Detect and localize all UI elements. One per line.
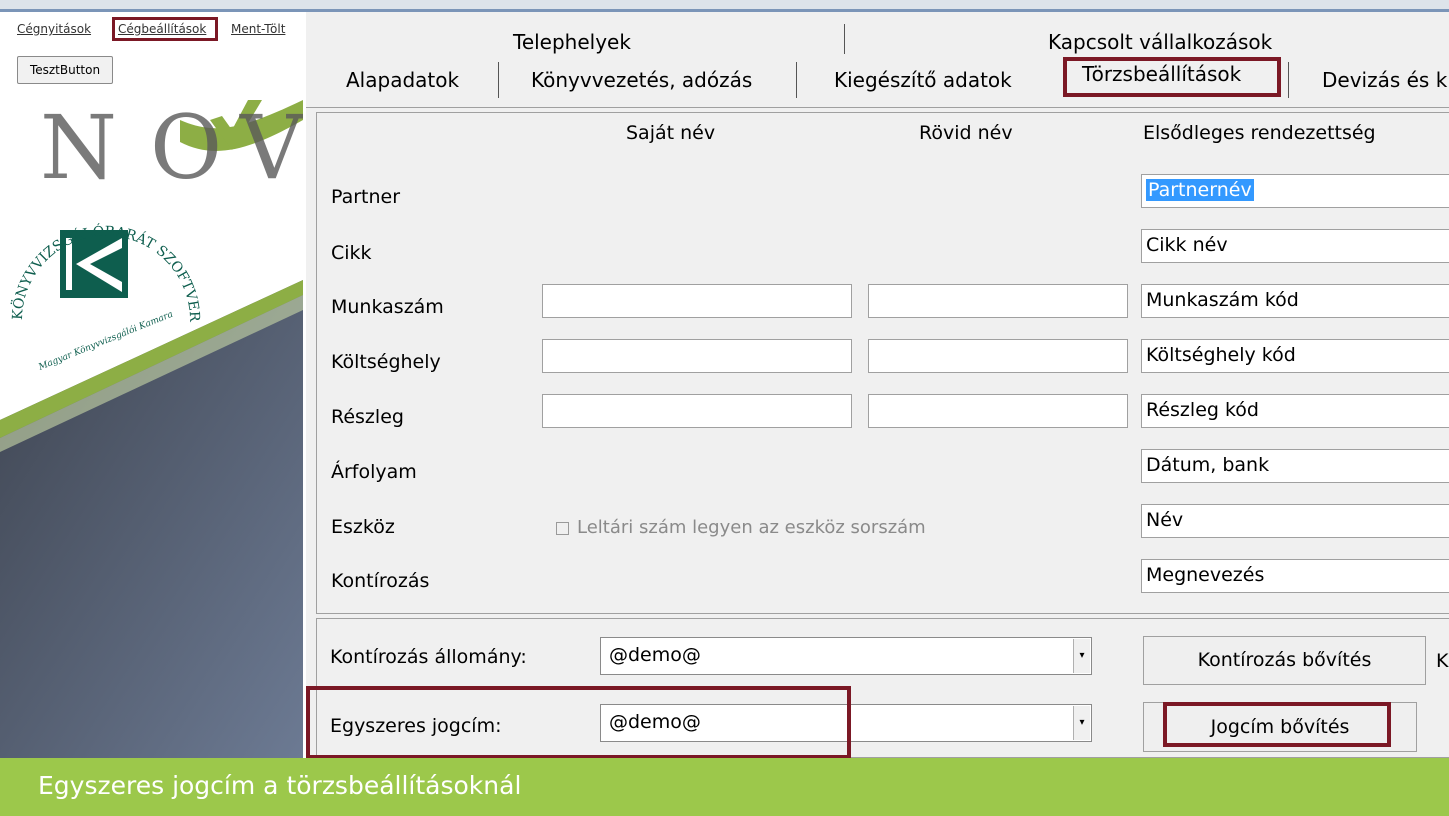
svg-text:O: O: [150, 96, 222, 199]
row-label-koltseghely: Költséghely: [331, 351, 441, 373]
tab-kapcsolt-vallalkozasok[interactable]: Kapcsolt vállalkozások: [1048, 30, 1272, 54]
left-panel: Cégnyitások Cégbeállítások Ment-Tölt Tes…: [0, 12, 303, 758]
caption-text: Egyszeres jogcím a törzsbeállításoknál: [38, 771, 522, 800]
arfolyam-order-field[interactable]: Dátum, bank: [1141, 449, 1449, 483]
eszkoz-order-field[interactable]: Név: [1141, 504, 1449, 538]
window-top-strip: [0, 0, 1449, 12]
munkaszam-sajat-nev-input[interactable]: [542, 284, 852, 318]
munkaszam-rovid-nev-input[interactable]: [868, 284, 1128, 318]
kontirozas-allomany-label: Kontírozás állomány:: [330, 646, 527, 668]
cikk-order-field[interactable]: Cikk név: [1141, 229, 1449, 263]
menu-bar: Cégnyitások Cégbeállítások Ment-Tölt: [0, 12, 303, 46]
koltseghely-order-field[interactable]: Költséghely kód: [1141, 339, 1449, 373]
dropdown-arrow-icon[interactable]: ▾: [1073, 639, 1090, 673]
checkbox-label: Leltári szám legyen az eszköz sorszám: [577, 517, 926, 538]
cut-off-label: K: [1436, 650, 1449, 672]
row-label-reszleg: Részleg: [331, 406, 404, 428]
koltseghely-sajat-nev-input[interactable]: [542, 339, 852, 373]
row-label-arfolyam: Árfolyam: [331, 461, 417, 483]
row-label-cikk: Cikk: [331, 242, 372, 264]
dropdown-arrow-icon[interactable]: ▾: [1073, 706, 1090, 740]
munkaszam-order-field[interactable]: Munkaszám kód: [1141, 284, 1449, 318]
tab-kiegeszito-adatok[interactable]: Kiegészítő adatok: [834, 68, 1012, 92]
koltseghely-rovid-nev-input[interactable]: [868, 339, 1128, 373]
tab-konyvvezetes-adozas[interactable]: Könyvvezetés, adózás: [531, 68, 752, 92]
jogcim-button-highlight-box: [1163, 702, 1391, 747]
checkbox-box[interactable]: [556, 521, 569, 535]
tab-alapadatok[interactable]: Alapadatok: [346, 68, 459, 92]
tab-highlight-box: [1063, 57, 1281, 97]
caption-bar: Egyszeres jogcím a törzsbeállításoknál: [0, 758, 1449, 816]
reszleg-order-field[interactable]: Részleg kód: [1141, 394, 1449, 428]
kontirozas-bovites-button[interactable]: Kontírozás bővítés: [1143, 636, 1426, 685]
svg-text:V: V: [239, 96, 303, 199]
menu-item-ment-tolt[interactable]: Ment-Tölt: [231, 22, 285, 36]
jogcim-highlight-box: [306, 686, 851, 759]
tab-telephelyek[interactable]: Telephelyek: [513, 30, 631, 54]
col-elsodleges-rendezettseg: Elsődleges rendezettség: [1143, 122, 1376, 144]
leltari-szam-checkbox[interactable]: Leltári szám legyen az eszköz sorszám: [556, 517, 926, 538]
novitax-logo: N O V KÖNYVVIZSGÁLÓBARÁT SZOFTVER Magyar…: [0, 96, 303, 758]
kontirozas-order-field[interactable]: Megnevezés: [1141, 559, 1449, 593]
tab-devizas[interactable]: Devizás és k: [1322, 68, 1447, 92]
settings-panel: Telephelyek Kapcsolt vállalkozások Alapa…: [303, 12, 1449, 759]
kontirozas-allomany-select[interactable]: @demo@ ▾: [600, 637, 1092, 675]
row-label-eszkoz: Eszköz: [331, 516, 395, 538]
menu-item-cegnyitasok[interactable]: Cégnyitások: [17, 22, 91, 36]
row-label-munkaszam: Munkaszám: [331, 296, 444, 318]
col-sajat-nev: Saját név: [626, 122, 716, 144]
row-label-kontirozas: Kontírozás: [331, 570, 430, 592]
reszleg-sajat-nev-input[interactable]: [542, 394, 852, 428]
teszt-button[interactable]: TesztButton: [17, 56, 113, 84]
row-label-partner: Partner: [331, 186, 401, 208]
col-rovid-nev: Rövid név: [919, 122, 1013, 144]
svg-text:N: N: [40, 96, 117, 199]
partner-order-field[interactable]: Partnernév: [1141, 174, 1449, 208]
reszleg-rovid-nev-input[interactable]: [868, 394, 1128, 428]
menu-highlight-box: [112, 17, 218, 41]
